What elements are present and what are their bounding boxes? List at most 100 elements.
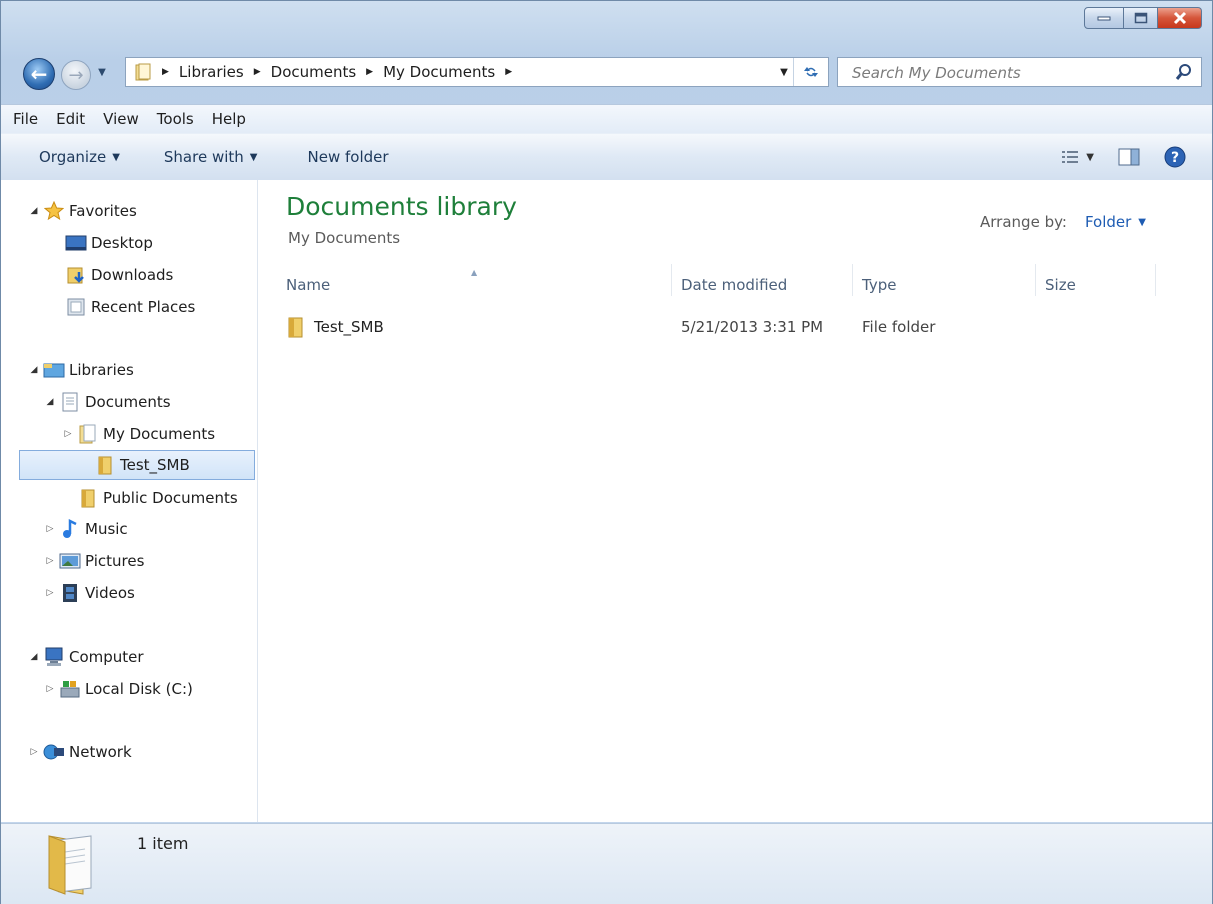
tree-label: Recent Places [91,298,196,316]
tree-label: Public Documents [103,489,238,507]
breadcrumb-separator-icon[interactable]: ▶ [360,67,379,77]
organize-label: Organize [39,148,107,166]
address-dropdown-icon[interactable]: ▼ [775,67,793,78]
tree-item-network[interactable]: ▷ Network [27,739,132,765]
tree-item-pictures[interactable]: ▷ Pictures [43,548,145,574]
tree-item-downloads[interactable]: Downloads [63,262,173,288]
desktop-icon [65,233,87,253]
tree-item-local-disk[interactable]: ▷ Local Disk (C:) [43,676,193,702]
column-header-name[interactable]: Name ▲ [276,268,671,298]
search-input[interactable] [850,59,1174,87]
collapse-arrow-icon[interactable]: ▷ [61,429,75,439]
expand-arrow-icon[interactable]: ◢ [27,365,41,375]
computer-icon [43,647,65,667]
menu-help[interactable]: Help [204,110,256,128]
tree-item-recent-places[interactable]: Recent Places [63,294,195,320]
tree-item-my-documents[interactable]: ▷ My Documents [61,421,215,447]
tree-label: Local Disk (C:) [85,680,193,698]
title-bar [1,1,1212,47]
tree-item-libraries[interactable]: ◢ Libraries [27,357,134,383]
table-row[interactable]: Test_SMB 5/21/2013 3:31 PM File folder [276,311,1156,343]
tree-item-desktop[interactable]: Desktop [63,230,153,256]
expand-arrow-icon[interactable]: ◢ [27,206,41,216]
tree-item-videos[interactable]: ▷ Videos [43,580,135,606]
chevron-down-icon: ▼ [249,151,258,163]
menu-bar: File Edit View Tools Help [1,104,1212,133]
hard-drive-icon [59,679,81,699]
tree-item-public-documents[interactable]: Public Documents [75,485,238,511]
share-with-button[interactable]: Share with ▼ [156,148,266,166]
breadcrumb-my-documents[interactable]: My Documents [379,63,499,81]
tree-label: Videos [85,584,135,602]
expand-arrow-icon[interactable]: ◢ [27,652,41,662]
breadcrumb-separator-icon[interactable]: ▶ [499,67,518,77]
column-header-date[interactable]: Date modified [671,272,852,298]
downloads-icon [65,265,87,285]
chevron-down-icon: ▼ [98,67,106,78]
collapse-arrow-icon[interactable]: ▷ [43,556,57,566]
collapse-arrow-icon[interactable]: ▷ [43,588,57,598]
menu-tools[interactable]: Tools [149,110,204,128]
share-with-label: Share with [163,148,244,166]
file-name-cell: Test_SMB [286,311,384,343]
details-view-icon [1062,151,1079,163]
chevron-down-icon[interactable]: ▼ [1138,217,1146,228]
close-icon [1173,11,1186,25]
minimize-icon [1097,16,1111,21]
videos-icon [59,583,81,603]
address-bar[interactable]: ▶ Libraries ▶ Documents ▶ My Documents ▶… [125,57,829,87]
tree-item-documents[interactable]: ◢ Documents [43,389,171,415]
documents-icon [59,392,81,412]
change-view-button[interactable]: ▼ [1062,150,1094,164]
column-header-type[interactable]: Type [852,272,1035,298]
tree-label: Network [69,743,132,761]
back-arrow-icon: ← [30,62,48,86]
menu-view[interactable]: View [95,110,149,128]
tree-item-favorites[interactable]: ◢ Favorites [27,198,137,224]
tree-item-music[interactable]: ▷ Music [43,516,128,542]
organize-button[interactable]: Organize ▼ [31,148,128,166]
refresh-button[interactable] [793,58,828,86]
breadcrumb-separator-icon[interactable]: ▶ [156,67,175,77]
search-icon[interactable] [1175,62,1193,86]
search-box[interactable] [837,57,1202,87]
maximize-button[interactable] [1124,7,1158,29]
new-folder-button[interactable]: New folder [300,148,397,166]
collapse-arrow-icon[interactable]: ▷ [27,747,41,757]
command-bar: Organize ▼ Share with ▼ New folder ▼ ? [1,133,1212,181]
arrange-by-value[interactable]: Folder [1085,213,1131,231]
collapse-arrow-icon[interactable]: ▷ [43,524,57,534]
tree-item-computer[interactable]: ◢ Computer [27,644,144,670]
tree-item-test-smb[interactable]: Test_SMB [19,450,255,480]
column-divider[interactable] [1155,264,1156,296]
address-end: ▼ [775,58,828,86]
libraries-icon [43,360,65,380]
menu-edit[interactable]: Edit [48,110,95,128]
preview-pane-button[interactable] [1118,148,1140,166]
library-subtitle: My Documents [288,229,401,247]
refresh-icon [804,67,818,77]
file-name: Test_SMB [314,318,384,336]
minimize-button[interactable] [1084,7,1124,29]
folder-icon [94,455,116,475]
forward-button[interactable]: → [61,60,91,90]
file-type: File folder [862,318,936,336]
help-button[interactable]: ? [1164,146,1186,168]
arrange-by: Arrange by: Folder ▼ [980,213,1146,231]
back-button[interactable]: ← [23,58,55,90]
tree-label: Libraries [69,361,134,379]
column-header-size[interactable]: Size [1035,272,1155,298]
file-date: 5/21/2013 3:31 PM [681,318,824,336]
toolbar-right: ▼ ? [1050,134,1212,180]
breadcrumb-documents[interactable]: Documents [267,63,361,81]
expand-arrow-icon[interactable]: ◢ [43,397,57,407]
close-button[interactable] [1158,7,1202,29]
recent-pages-dropdown[interactable]: ▼ [94,63,110,83]
file-list-pane: Documents library My Documents Arrange b… [258,180,1212,822]
breadcrumb-separator-icon[interactable]: ▶ [248,67,267,77]
svg-text:?: ? [1171,150,1179,166]
breadcrumb-libraries[interactable]: Libraries [175,63,248,81]
collapse-arrow-icon[interactable]: ▷ [43,684,57,694]
menu-file[interactable]: File [1,110,48,128]
tree-label: Music [85,520,128,538]
